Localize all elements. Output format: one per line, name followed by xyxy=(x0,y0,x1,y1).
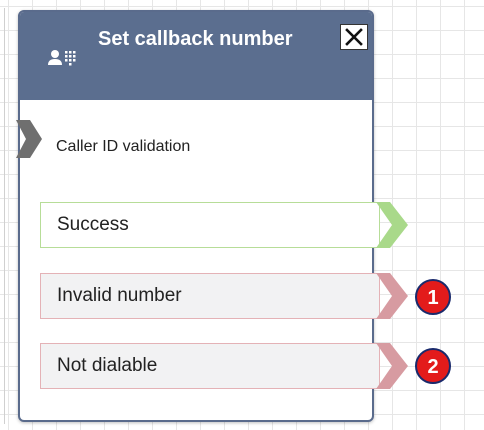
close-icon xyxy=(345,28,363,46)
success-output-arrow-icon[interactable] xyxy=(376,202,410,248)
canvas-edge xyxy=(4,8,5,424)
input-connector-icon[interactable] xyxy=(16,118,46,160)
svg-text:1: 1 xyxy=(427,287,438,309)
svg-text:2: 2 xyxy=(427,356,438,378)
callout-badge-1: 1 xyxy=(415,279,451,315)
callout-badge-2: 2 xyxy=(415,348,451,384)
branch-invalid-number-label: Invalid number xyxy=(57,285,182,306)
branch-success-label: Success xyxy=(57,214,129,235)
branch-not-dialable[interactable]: Not dialable xyxy=(40,343,380,389)
close-button[interactable] xyxy=(340,24,368,50)
branch-not-dialable-label: Not dialable xyxy=(57,355,158,376)
input-label: Caller ID validation xyxy=(56,138,191,155)
invalid-number-output-arrow-icon[interactable] xyxy=(376,273,410,319)
branch-invalid-number[interactable]: Invalid number xyxy=(40,273,380,319)
block-header[interactable]: Set callback number xyxy=(20,12,372,100)
block-title: Set callback number xyxy=(98,28,293,50)
not-dialable-output-arrow-icon[interactable] xyxy=(376,343,410,389)
branch-success[interactable]: Success xyxy=(40,202,380,248)
person-keypad-icon xyxy=(48,50,76,66)
